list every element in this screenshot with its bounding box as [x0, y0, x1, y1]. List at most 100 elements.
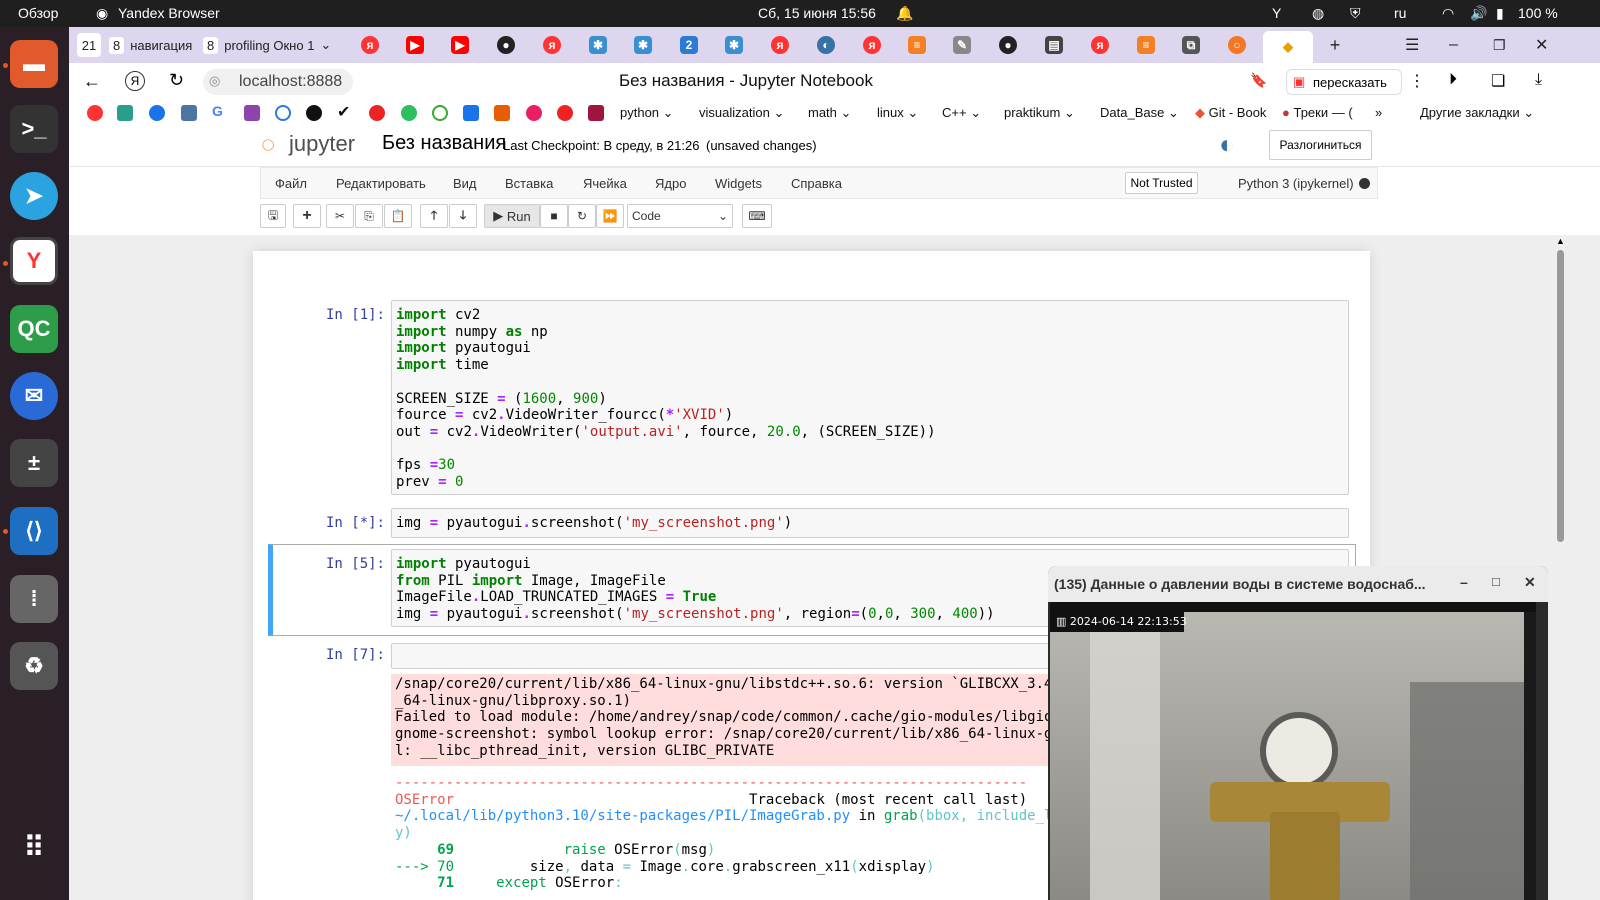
more-vertical-icon[interactable]: ⋮ — [1409, 71, 1425, 91]
retell-button[interactable]: ▣ пересказать — [1286, 69, 1402, 95]
bookmark-star-icon[interactable] — [369, 105, 385, 121]
scrollbar-thumb[interactable] — [1557, 250, 1564, 542]
menu-help[interactable]: Справка — [791, 176, 842, 191]
yandex-browser-icon[interactable]: Y — [10, 237, 58, 285]
tab-book-icon[interactable]: ▤ — [1045, 36, 1063, 54]
active-app-label[interactable]: Yandex Browser — [118, 5, 220, 21]
bookmark-folder-linux[interactable]: linux ⌄ — [877, 105, 918, 121]
bookmark-google-icon[interactable]: G — [212, 103, 228, 119]
tab-group-profiling[interactable]: 8 profiling Окно 1 ⌄ — [203, 33, 333, 57]
bookmark-mail-icon[interactable] — [149, 105, 165, 121]
tab-stackoverflow-icon[interactable]: ≡ — [908, 36, 926, 54]
bookmark-folder-database[interactable]: Data_Base ⌄ — [1100, 105, 1179, 121]
tab-github-icon[interactable]: ● — [999, 36, 1017, 54]
tab-youtube-icon[interactable]: ▶ — [451, 36, 469, 54]
kernel-name[interactable]: Python 3 (ipykernel) — [1238, 176, 1354, 191]
calculator-icon[interactable]: ± — [10, 439, 58, 487]
bookmark-icon[interactable]: 🔖 — [1250, 72, 1267, 89]
keyboard-icon[interactable]: ⌨ — [742, 204, 772, 228]
app-grid-icon[interactable]: ⠿ — [10, 823, 58, 871]
tab-yandex-icon[interactable]: я — [863, 36, 881, 54]
code-cell-input[interactable]: img = pyautogui.screenshot('my_screensho… — [391, 508, 1349, 538]
tab-yandex-icon[interactable]: я — [361, 36, 379, 54]
page-scrollbar[interactable]: ▲ — [1553, 236, 1567, 876]
tab-stackoverflow-icon[interactable]: ≡ — [1137, 36, 1155, 54]
yandex-tray-icon[interactable]: Y — [1272, 5, 1281, 21]
logout-button[interactable]: Разлогиниться — [1269, 130, 1372, 160]
tab-active-jupyter[interactable]: ◆ — [1263, 31, 1313, 63]
bookmark-git-book[interactable]: ◆ Git - Book — [1195, 105, 1266, 121]
run-button[interactable]: ▶ Run — [484, 204, 540, 228]
download-icon[interactable]: ⤓ — [1535, 71, 1542, 89]
not-trusted-button[interactable]: Not Trusted — [1125, 172, 1198, 194]
thunderbird-icon[interactable]: ✉ — [10, 372, 58, 420]
restart-icon[interactable]: ↻ — [568, 204, 596, 228]
keyboard-layout[interactable]: ru — [1394, 5, 1406, 21]
close-icon[interactable]: ✕ — [1524, 574, 1536, 591]
fast-forward-icon[interactable]: ⏩ — [596, 204, 624, 228]
tab-group-count[interactable]: 21 — [77, 33, 101, 57]
bookmark-app-icon[interactable] — [244, 105, 260, 121]
tab-yandex-icon[interactable]: я — [771, 36, 789, 54]
tab-doc-icon[interactable]: 2 — [680, 36, 698, 54]
restore-icon[interactable]: ❐ — [1493, 33, 1506, 57]
scroll-up-icon[interactable]: ▲ — [1556, 236, 1565, 246]
cut-icon[interactable]: ✂ — [326, 204, 354, 228]
bookmark-folder-python[interactable]: python ⌄ — [620, 105, 674, 121]
bookmark-app-icon[interactable] — [557, 105, 573, 121]
vscode-icon[interactable]: ⟨⟩ — [10, 507, 58, 555]
wifi-icon[interactable]: ◠ — [1442, 5, 1454, 22]
minimize-icon[interactable]: – — [1449, 33, 1458, 57]
bookmark-yandex-icon[interactable] — [87, 105, 103, 121]
insert-cell-icon[interactable]: + — [293, 204, 321, 228]
tab-jupyter-icon[interactable]: ○ — [1228, 36, 1246, 54]
reload-icon[interactable]: ↻ — [169, 70, 184, 91]
move-down-icon[interactable]: 🡓 — [449, 204, 477, 228]
cell-type-select[interactable]: Code ⌄ — [627, 204, 733, 228]
bookmark-app-icon[interactable] — [117, 105, 133, 121]
bookmark-app-icon[interactable] — [494, 105, 510, 121]
video-popup-window[interactable]: (135) Данные о давлении воды в системе в… — [1048, 566, 1548, 900]
bookmark-app-icon[interactable] — [588, 105, 604, 121]
qt-creator-icon[interactable]: QC — [10, 305, 58, 353]
site-info-icon[interactable]: ◎ — [209, 73, 220, 89]
move-up-icon[interactable]: 🡑 — [420, 204, 448, 228]
close-icon[interactable]: ✕ — [1535, 33, 1548, 57]
tab-yandex-icon[interactable]: я — [1091, 36, 1109, 54]
bookmark-app-icon[interactable] — [463, 105, 479, 121]
media-play-icon[interactable]: ⏵ — [1449, 71, 1457, 89]
bookmark-app-icon[interactable] — [275, 105, 291, 121]
bookmark-evernote-icon[interactable] — [401, 105, 417, 121]
collections-icon[interactable]: ❏ — [1491, 71, 1505, 91]
tab-app-icon[interactable]: ✱ — [589, 36, 607, 54]
tab-group-navigation[interactable]: 8 навигация — [109, 33, 197, 57]
bookmarks-more-button[interactable]: » — [1375, 105, 1382, 120]
menu-kernel[interactable]: Ядро — [655, 176, 686, 191]
stop-icon[interactable]: ■ — [540, 204, 568, 228]
disk-icon[interactable]: ⁞ — [10, 575, 58, 623]
tab-app-icon[interactable]: ⧉ — [1182, 36, 1200, 54]
new-tab-button[interactable]: + — [1323, 33, 1347, 57]
tab-menu-icon[interactable]: ☰ — [1405, 33, 1419, 57]
battery-icon[interactable]: ▮ — [1496, 5, 1504, 22]
jupyter-logo-icon[interactable]: ◌ — [261, 131, 275, 159]
back-icon[interactable]: ← — [83, 71, 101, 92]
menu-insert[interactable]: Вставка — [505, 176, 553, 191]
menu-view[interactable]: Вид — [453, 176, 477, 191]
telegram-icon[interactable]: ➤ — [10, 172, 58, 220]
menu-widgets[interactable]: Widgets — [715, 176, 762, 191]
files-icon[interactable]: ▬ — [10, 40, 58, 88]
bookmark-app-icon[interactable] — [306, 105, 322, 121]
bookmark-folder-cpp[interactable]: C++ ⌄ — [942, 105, 981, 121]
tab-app-icon[interactable]: ✎ — [953, 36, 971, 54]
menu-edit[interactable]: Редактировать — [336, 176, 426, 191]
bookmark-folder-visualization[interactable]: visualization ⌄ — [699, 105, 784, 121]
bookmark-treki[interactable]: ● Треки — ( — [1282, 105, 1353, 120]
bookmark-folder-math[interactable]: math ⌄ — [808, 105, 851, 121]
maximize-icon[interactable]: □ — [1492, 574, 1500, 589]
save-icon[interactable]: 🖫 — [260, 204, 286, 228]
notebook-name[interactable]: Без названия — [382, 132, 506, 155]
activities-button[interactable]: Обзор — [18, 5, 58, 21]
tab-app-icon[interactable]: ✱ — [634, 36, 652, 54]
code-cell-input[interactable]: import cv2 import numpy as np import pya… — [391, 300, 1349, 495]
